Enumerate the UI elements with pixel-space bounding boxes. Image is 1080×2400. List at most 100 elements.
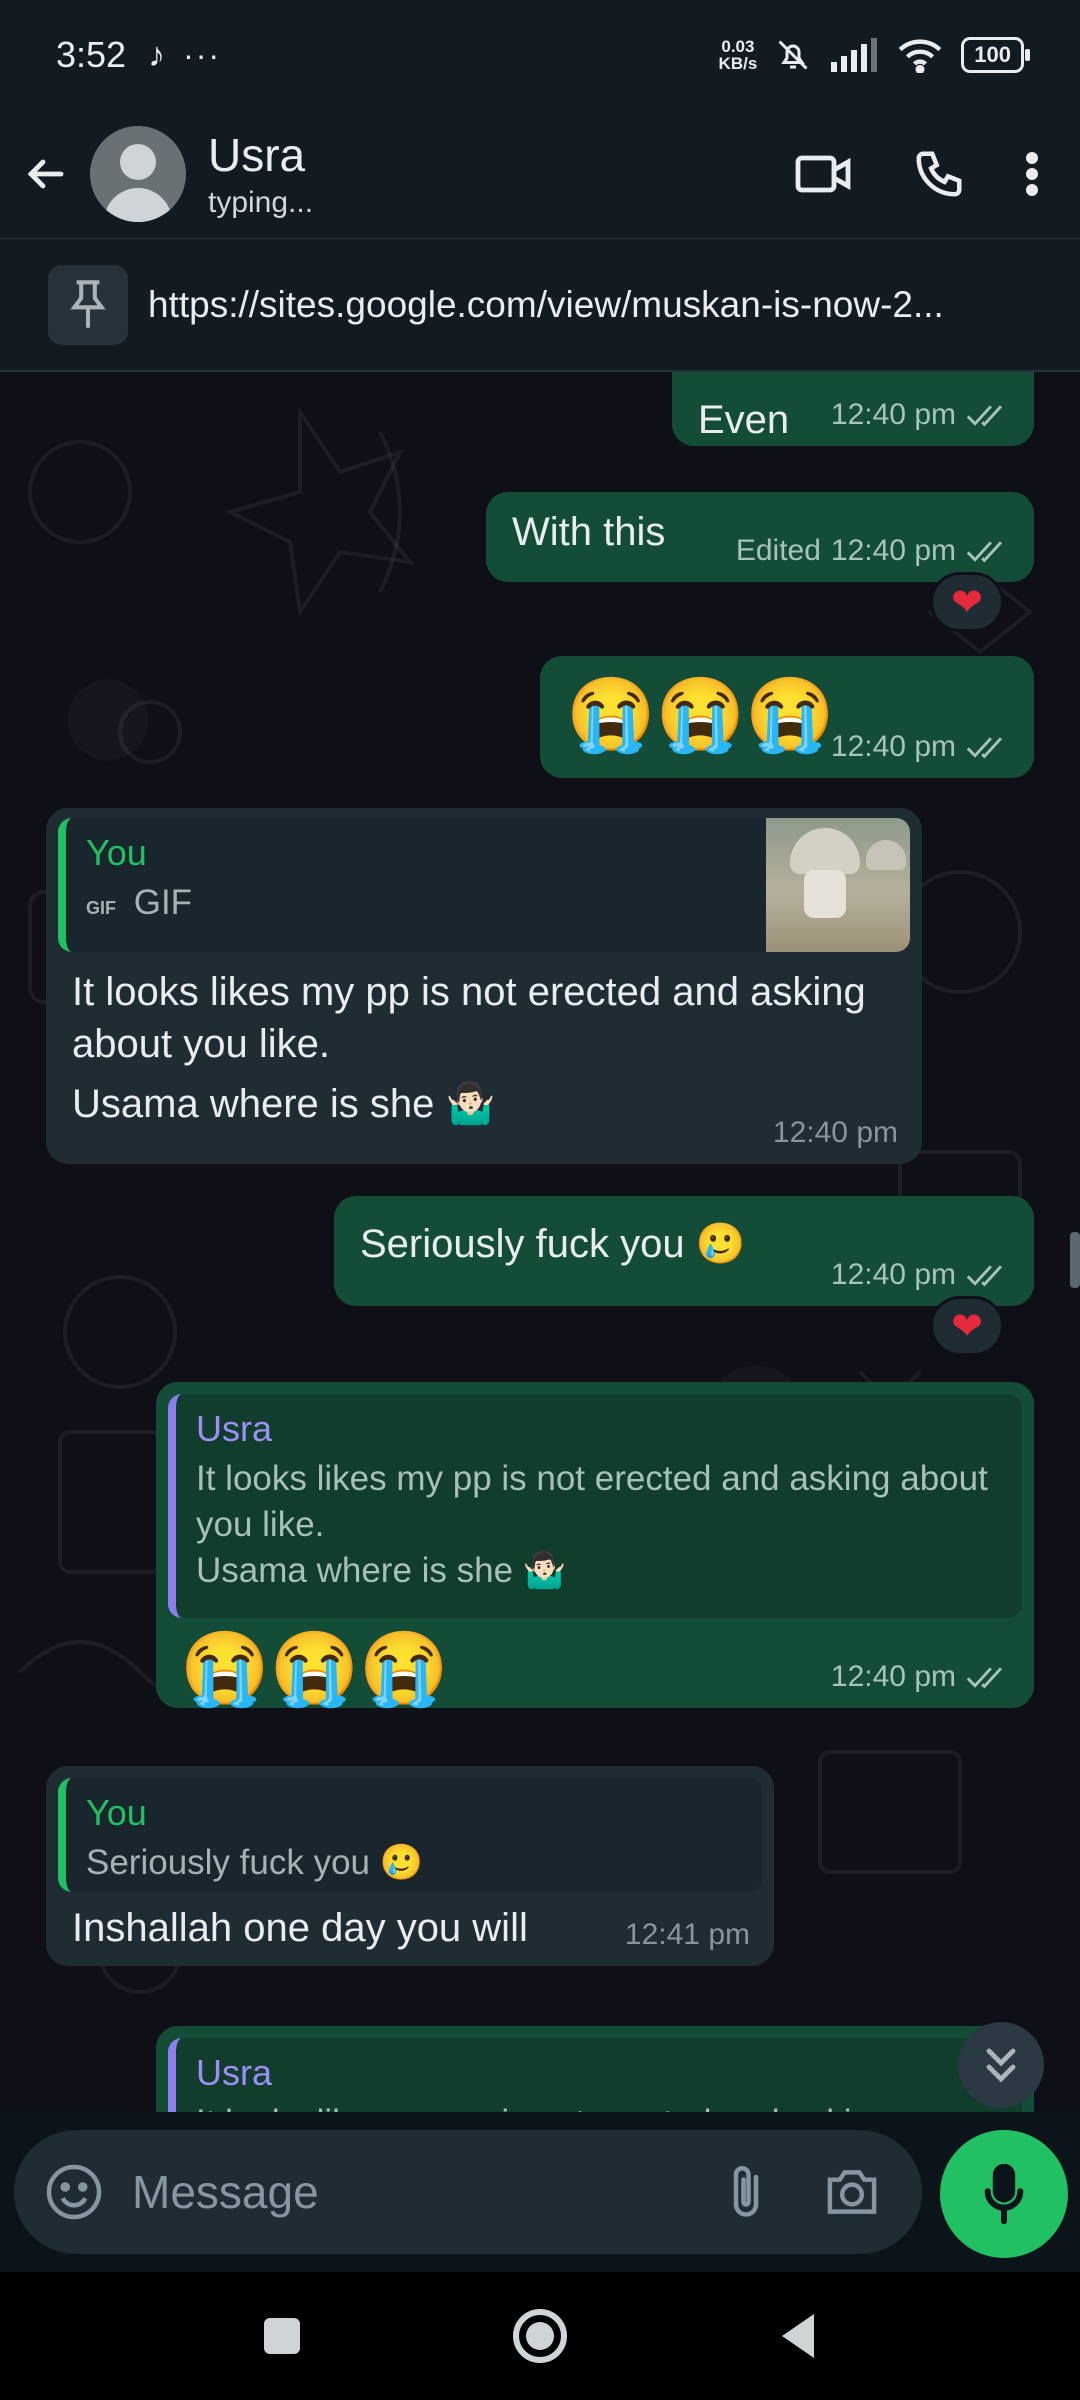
reply-quote[interactable]: You GIF GIF bbox=[58, 818, 910, 952]
signal-icon bbox=[831, 38, 878, 72]
message-text: It looks likes my pp is not erected and … bbox=[58, 952, 910, 1130]
outgoing-message[interactable]: Seriously fuck you 🥲 12:40 pm bbox=[334, 1196, 1034, 1306]
message-meta: 12:40 pm bbox=[831, 1258, 1010, 1292]
quote-author: Usra bbox=[196, 2052, 273, 2093]
gif-badge-icon: GIF bbox=[86, 898, 116, 918]
net-speed-value: 0.03 bbox=[721, 37, 755, 56]
outgoing-message[interactable]: Even 12:40 pm bbox=[672, 372, 1034, 446]
message-time: 12:40 pm bbox=[830, 398, 956, 431]
message-meta: 12:41 pm bbox=[625, 1918, 750, 1952]
net-speed-unit: KB/s bbox=[718, 54, 758, 73]
video-call-icon[interactable] bbox=[794, 150, 854, 198]
message-time: 12:40 pm bbox=[830, 534, 956, 567]
nav-back-icon[interactable] bbox=[778, 2312, 818, 2360]
pin-icon-box bbox=[48, 264, 128, 345]
typing-status: typing... bbox=[208, 186, 314, 219]
message-line-1: It looks likes my pp is not erected and … bbox=[72, 970, 866, 1066]
message-time: 12:40 pm bbox=[830, 1258, 956, 1291]
scroll-indicator[interactable] bbox=[1070, 1232, 1080, 1288]
status-time: 3:52 bbox=[56, 34, 127, 75]
system-navigation-bar bbox=[0, 2272, 1080, 2400]
shrug-emoji: 🤷🏻‍♂️ bbox=[445, 1082, 496, 1126]
camera-icon[interactable] bbox=[822, 2165, 882, 2219]
outgoing-message[interactable]: Usra It looks likes my pp is not erected… bbox=[156, 1382, 1034, 1709]
emoji-icon[interactable] bbox=[44, 2162, 104, 2222]
quote-line-2-text: Usama where is she bbox=[196, 1551, 514, 1590]
smile-tear-emoji: 🥲 bbox=[695, 1222, 746, 1266]
back-arrow-icon bbox=[27, 159, 64, 189]
header-actions bbox=[794, 147, 1080, 201]
avatar-head-shape bbox=[120, 144, 156, 180]
quote-line-1: It looks likes my pp is not erected and … bbox=[196, 1459, 988, 1544]
voice-message-button[interactable] bbox=[940, 2130, 1068, 2258]
message-composer: Message bbox=[0, 2112, 1080, 2272]
reply-quote[interactable]: Usra It looks likes my pp is not erected… bbox=[168, 2038, 1022, 2112]
gif-thumbnail bbox=[766, 818, 910, 952]
scroll-to-bottom-button[interactable] bbox=[958, 2022, 1044, 2108]
nav-recent-icon[interactable] bbox=[262, 2316, 302, 2356]
tiktok-notification-icon: ♪ bbox=[148, 35, 166, 74]
reaction-heart[interactable]: ❤ bbox=[930, 572, 1004, 632]
status-icons: 0.03 KB/s 100 bbox=[719, 37, 1030, 73]
message-time: 12:40 pm bbox=[830, 1660, 956, 1693]
contact-avatar[interactable] bbox=[90, 126, 186, 222]
message-input-container[interactable]: Message bbox=[14, 2130, 922, 2254]
chat-header: Usra typing... bbox=[0, 110, 1080, 238]
more-vert-icon[interactable] bbox=[1024, 149, 1040, 199]
mic-icon bbox=[984, 2164, 1024, 2224]
quote-text: It looks likes my pp is not erected and … bbox=[196, 2100, 1002, 2112]
outgoing-message[interactable]: 😭😭😭 12:40 pm bbox=[540, 656, 1034, 778]
phone-icon[interactable] bbox=[912, 147, 966, 201]
message-list[interactable]: Even 12:40 pm With this Edited 12:40 pm … bbox=[0, 372, 1080, 2112]
shrug-emoji: 🤷🏻‍♂️ bbox=[522, 1551, 567, 1590]
avatar-body-shape bbox=[104, 188, 172, 222]
net-speed: 0.03 KB/s bbox=[719, 38, 758, 72]
contact-name: Usra bbox=[208, 129, 306, 181]
incoming-message[interactable]: You GIF GIF It looks likes my pp is not … bbox=[46, 808, 922, 1164]
attach-icon[interactable] bbox=[726, 2162, 766, 2222]
message-time: 12:41 pm bbox=[624, 1918, 750, 1951]
quote-text: GIF bbox=[133, 883, 193, 922]
message-line-2-text: Usama where is she bbox=[72, 1082, 435, 1126]
wifi-icon bbox=[898, 39, 942, 73]
contact-info[interactable]: Usra typing... bbox=[208, 128, 313, 220]
message-meta: Edited 12:40 pm bbox=[736, 534, 1010, 568]
reaction-heart[interactable]: ❤ bbox=[930, 1296, 1004, 1356]
chevrons-down-icon bbox=[986, 2048, 1016, 2083]
quote-line-2: Usama where is she 🤷🏻‍♂️ bbox=[196, 1548, 1002, 1594]
double-check-icon bbox=[966, 1667, 1003, 1689]
edited-label: Edited bbox=[735, 534, 821, 567]
pinned-message-text: https://sites.google.com/view/muskan-is-… bbox=[148, 283, 944, 325]
pinned-message-bar[interactable]: https://sites.google.com/view/muskan-is-… bbox=[0, 238, 1080, 372]
message-time: 12:40 pm bbox=[772, 1116, 898, 1149]
quote-author: You bbox=[86, 1792, 147, 1833]
message-time: 12:40 pm bbox=[830, 730, 956, 763]
message-text-content: Seriously fuck you bbox=[360, 1222, 685, 1266]
message-input[interactable]: Message bbox=[132, 2165, 319, 2219]
message-meta: 12:40 pm bbox=[831, 1660, 1010, 1694]
reply-quote[interactable]: Usra It looks likes my pp is not erected… bbox=[168, 1394, 1022, 1618]
quote-text-content: Seriously fuck you bbox=[86, 1843, 371, 1882]
double-check-icon bbox=[966, 541, 1003, 563]
quote-author: Usra bbox=[196, 1408, 273, 1449]
double-check-icon bbox=[966, 405, 1003, 427]
smile-tear-emoji: 🥲 bbox=[379, 1843, 424, 1882]
mushroom-body-shape bbox=[804, 870, 846, 918]
reply-quote[interactable]: You Seriously fuck you 🥲 bbox=[58, 1778, 762, 1892]
bell-off-icon bbox=[778, 40, 808, 70]
incoming-message[interactable]: You Seriously fuck you 🥲 Inshallah one d… bbox=[46, 1766, 774, 1966]
battery-indicator: 100 bbox=[961, 37, 1030, 73]
mushroom-cap-shape bbox=[790, 828, 860, 874]
double-check-icon bbox=[966, 1265, 1003, 1287]
message-meta: 12:40 pm bbox=[773, 1116, 898, 1150]
mushroom-cap-shape-2 bbox=[866, 840, 906, 870]
back-button[interactable] bbox=[0, 110, 90, 238]
input-actions bbox=[726, 2162, 892, 2222]
outgoing-message[interactable]: Usra It looks likes my pp is not erected… bbox=[156, 2026, 1034, 2112]
more-notifications-icon: ··· bbox=[183, 36, 222, 73]
nav-home-icon[interactable] bbox=[512, 2308, 568, 2364]
outgoing-message[interactable]: With this Edited 12:40 pm bbox=[486, 492, 1034, 582]
double-check-icon bbox=[966, 737, 1003, 759]
message-meta: 12:40 pm bbox=[831, 398, 1010, 432]
message-meta: 12:40 pm bbox=[831, 730, 1010, 764]
